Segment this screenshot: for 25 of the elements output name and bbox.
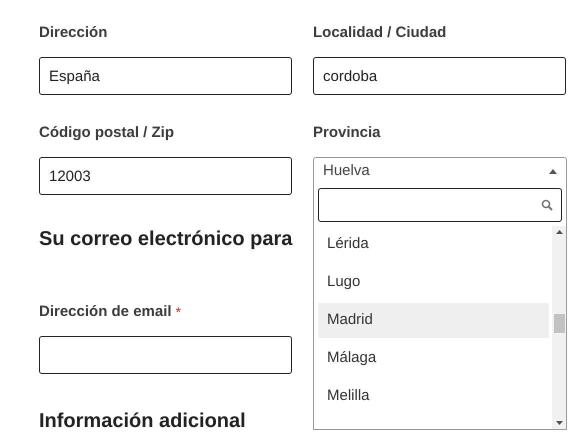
- search-field[interactable]: [318, 188, 562, 222]
- caret-up-icon: [549, 168, 557, 174]
- dropdown-option[interactable]: Málaga: [318, 341, 549, 376]
- field-label: Provincia: [313, 123, 382, 143]
- field-label: Dirección de email: [39, 302, 172, 322]
- search-icon: [541, 199, 553, 211]
- province-select[interactable]: Huelva: [313, 157, 567, 185]
- dropdown-option[interactable]: Lugo: [318, 265, 549, 300]
- scroll-thumb[interactable]: [554, 314, 564, 333]
- scroll-up-icon[interactable]: [556, 230, 562, 234]
- input-field[interactable]: cordoba: [313, 57, 566, 95]
- scrollbar[interactable]: [552, 226, 566, 429]
- field-label: Código postal / Zip: [39, 123, 175, 143]
- dropdown-option[interactable]: Madrid: [318, 303, 549, 338]
- section-heading: Información adicional: [39, 409, 246, 434]
- field-label: Dirección: [39, 23, 108, 43]
- dropdown-option[interactable]: Melilla: [318, 379, 549, 414]
- email-field[interactable]: [39, 336, 292, 374]
- field-label: Localidad / Ciudad: [313, 23, 448, 43]
- input-field[interactable]: 12003: [39, 157, 292, 195]
- section-heading: Su correo electrónico para: [39, 227, 292, 252]
- dropdown-option[interactable]: Lérida: [318, 227, 549, 262]
- scroll-down-icon[interactable]: [556, 421, 562, 425]
- input-field[interactable]: España: [39, 57, 292, 95]
- required-mark: *: [176, 302, 182, 322]
